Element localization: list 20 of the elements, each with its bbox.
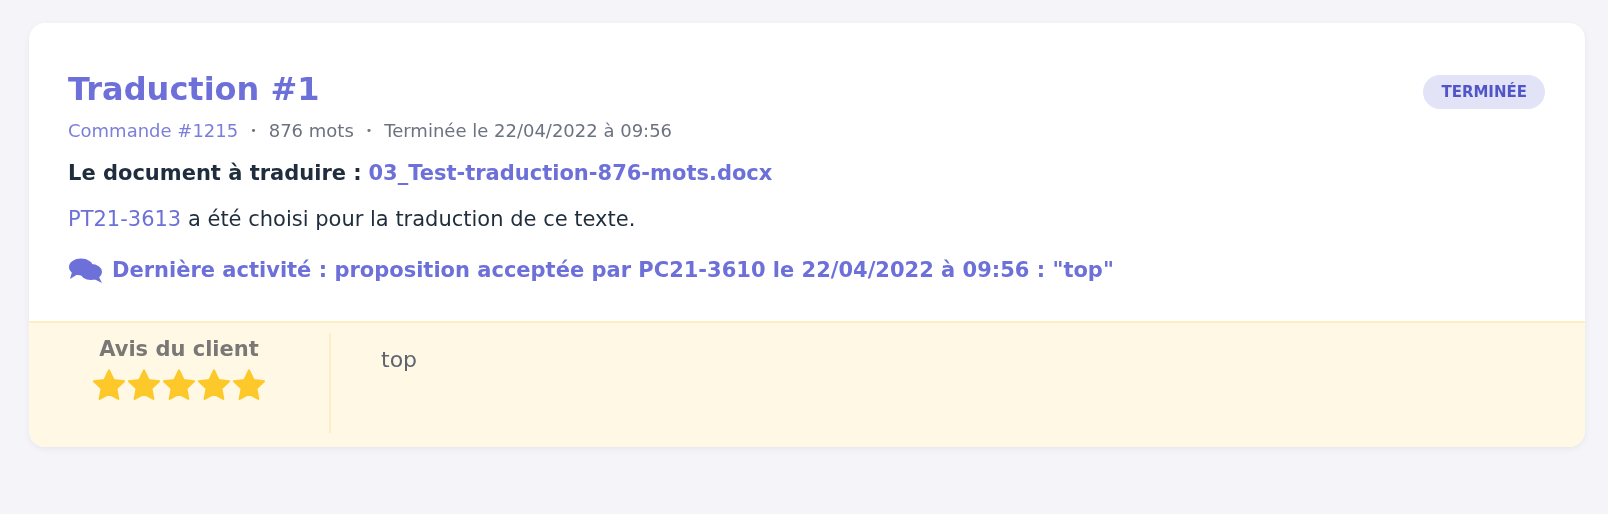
- document-link[interactable]: 03_Test-traduction-876-mots.docx: [368, 161, 773, 185]
- meta-text: 876 mots: [268, 119, 354, 143]
- star-icon: [92, 369, 126, 401]
- order-link[interactable]: Commande #1215: [68, 117, 239, 145]
- star-icon: [232, 369, 266, 401]
- last-activity-text: Dernière activité : proposition acceptée par PC21-3610 le 22/04/2022 à 09:56 : "top": [112, 258, 1114, 282]
- translator-link[interactable]: PT21-3613: [68, 207, 182, 231]
- star-icon: [162, 369, 196, 401]
- card-title: Traduction #1: [68, 69, 320, 110]
- separator-dot: •: [365, 123, 373, 139]
- status-badge: TERMINÉE: [1423, 75, 1545, 109]
- meta-text: Terminée le 22/04/2022 à 09:56: [384, 119, 673, 143]
- star-icon: [197, 369, 231, 401]
- star-icon: [127, 369, 161, 401]
- document-line: Le document à traduire : 03_Test-traduction-876-mots.docx: [68, 160, 774, 187]
- review-comment: top: [380, 346, 419, 374]
- translator-sentence: PT21-3613 a été choisi pour la traduction de ce texte.: [68, 206, 637, 233]
- separator-dot: •: [250, 123, 257, 139]
- chat-bubbles-icon: [68, 257, 104, 283]
- review-title: Avis du client: [99, 337, 259, 361]
